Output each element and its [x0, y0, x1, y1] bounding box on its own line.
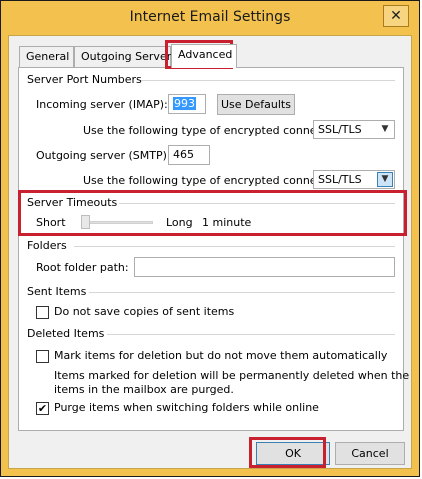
timeout-short-label: Short: [36, 216, 66, 229]
server-ports-title: Server Port Numbers: [27, 73, 142, 86]
root-folder-input[interactable]: [134, 257, 395, 277]
incoming-port-value: 993: [173, 97, 196, 110]
sent-items-title: Sent Items: [27, 285, 87, 298]
outgoing-server-label: Outgoing server (SMTP):: [36, 149, 171, 162]
deleted-items-title: Deleted Items: [27, 327, 105, 340]
server-timeouts-divider: [119, 203, 395, 204]
tab-advanced[interactable]: Advanced: [171, 44, 237, 68]
deletion-note-line2: items in the mailbox are purged.: [54, 383, 234, 396]
purge-items-checkbox[interactable]: ✔: [36, 402, 49, 415]
folders-divider: [74, 246, 395, 247]
encryption-label-outgoing: Use the following type of encrypted conn…: [83, 174, 348, 187]
folders-title: Folders: [27, 239, 67, 252]
incoming-server-label: Incoming server (IMAP):: [36, 98, 168, 111]
close-button[interactable]: ✕: [383, 5, 409, 27]
encryption-select-outgoing[interactable]: SSL/TLS ▼: [313, 170, 395, 189]
deletion-note-line1: Items marked for deletion will be perman…: [54, 369, 410, 382]
checkmark-icon: ✔: [37, 402, 48, 415]
tab-general[interactable]: General: [19, 46, 74, 67]
advanced-panel: Server Port Numbers Incoming server (IMA…: [18, 67, 409, 431]
chevron-down-icon: ▼: [381, 124, 389, 134]
encryption-value-incoming: SSL/TLS: [318, 123, 362, 136]
mark-for-deletion-checkbox[interactable]: [36, 350, 49, 363]
tab-outgoing-server[interactable]: Outgoing Server: [74, 46, 171, 67]
use-defaults-button[interactable]: Use Defaults: [217, 94, 295, 115]
deleted-items-divider: [107, 334, 395, 335]
encryption-label-incoming: Use the following type of encrypted conn…: [83, 124, 348, 137]
mark-for-deletion-label[interactable]: Mark items for deletion but do not move …: [54, 349, 387, 362]
server-ports-divider: [141, 80, 395, 81]
title-bar[interactable]: Internet Email Settings ✕: [1, 1, 419, 35]
no-sent-copies-checkbox[interactable]: [36, 306, 49, 319]
window-title: Internet Email Settings: [129, 9, 291, 25]
encryption-value-outgoing: SSL/TLS: [318, 173, 362, 186]
cancel-button[interactable]: Cancel: [335, 442, 405, 465]
purge-items-label[interactable]: Purge items when switching folders while…: [54, 401, 319, 414]
ok-button[interactable]: OK: [256, 442, 330, 465]
sent-items-divider: [89, 292, 395, 293]
encryption-select-incoming[interactable]: SSL/TLS ▼: [313, 120, 395, 139]
root-folder-label: Root folder path:: [36, 261, 129, 274]
incoming-port-input[interactable]: 993: [168, 94, 206, 114]
timeout-value: 1 minute: [202, 216, 252, 229]
timeout-slider-thumb[interactable]: [81, 215, 90, 229]
dialog-window: Internet Email Settings ✕ General Outgoi…: [0, 0, 420, 477]
no-sent-copies-label[interactable]: Do not save copies of sent items: [54, 305, 234, 318]
chevron-down-icon: ▼: [377, 172, 393, 187]
close-icon: ✕: [390, 8, 402, 24]
server-timeouts-title: Server Timeouts: [27, 196, 118, 209]
timeout-long-label: Long: [166, 216, 193, 229]
dialog-client-area: General Outgoing Server Advanced Server …: [8, 35, 412, 469]
timeout-slider-track[interactable]: [81, 221, 153, 224]
outgoing-port-input[interactable]: 465: [168, 145, 210, 165]
